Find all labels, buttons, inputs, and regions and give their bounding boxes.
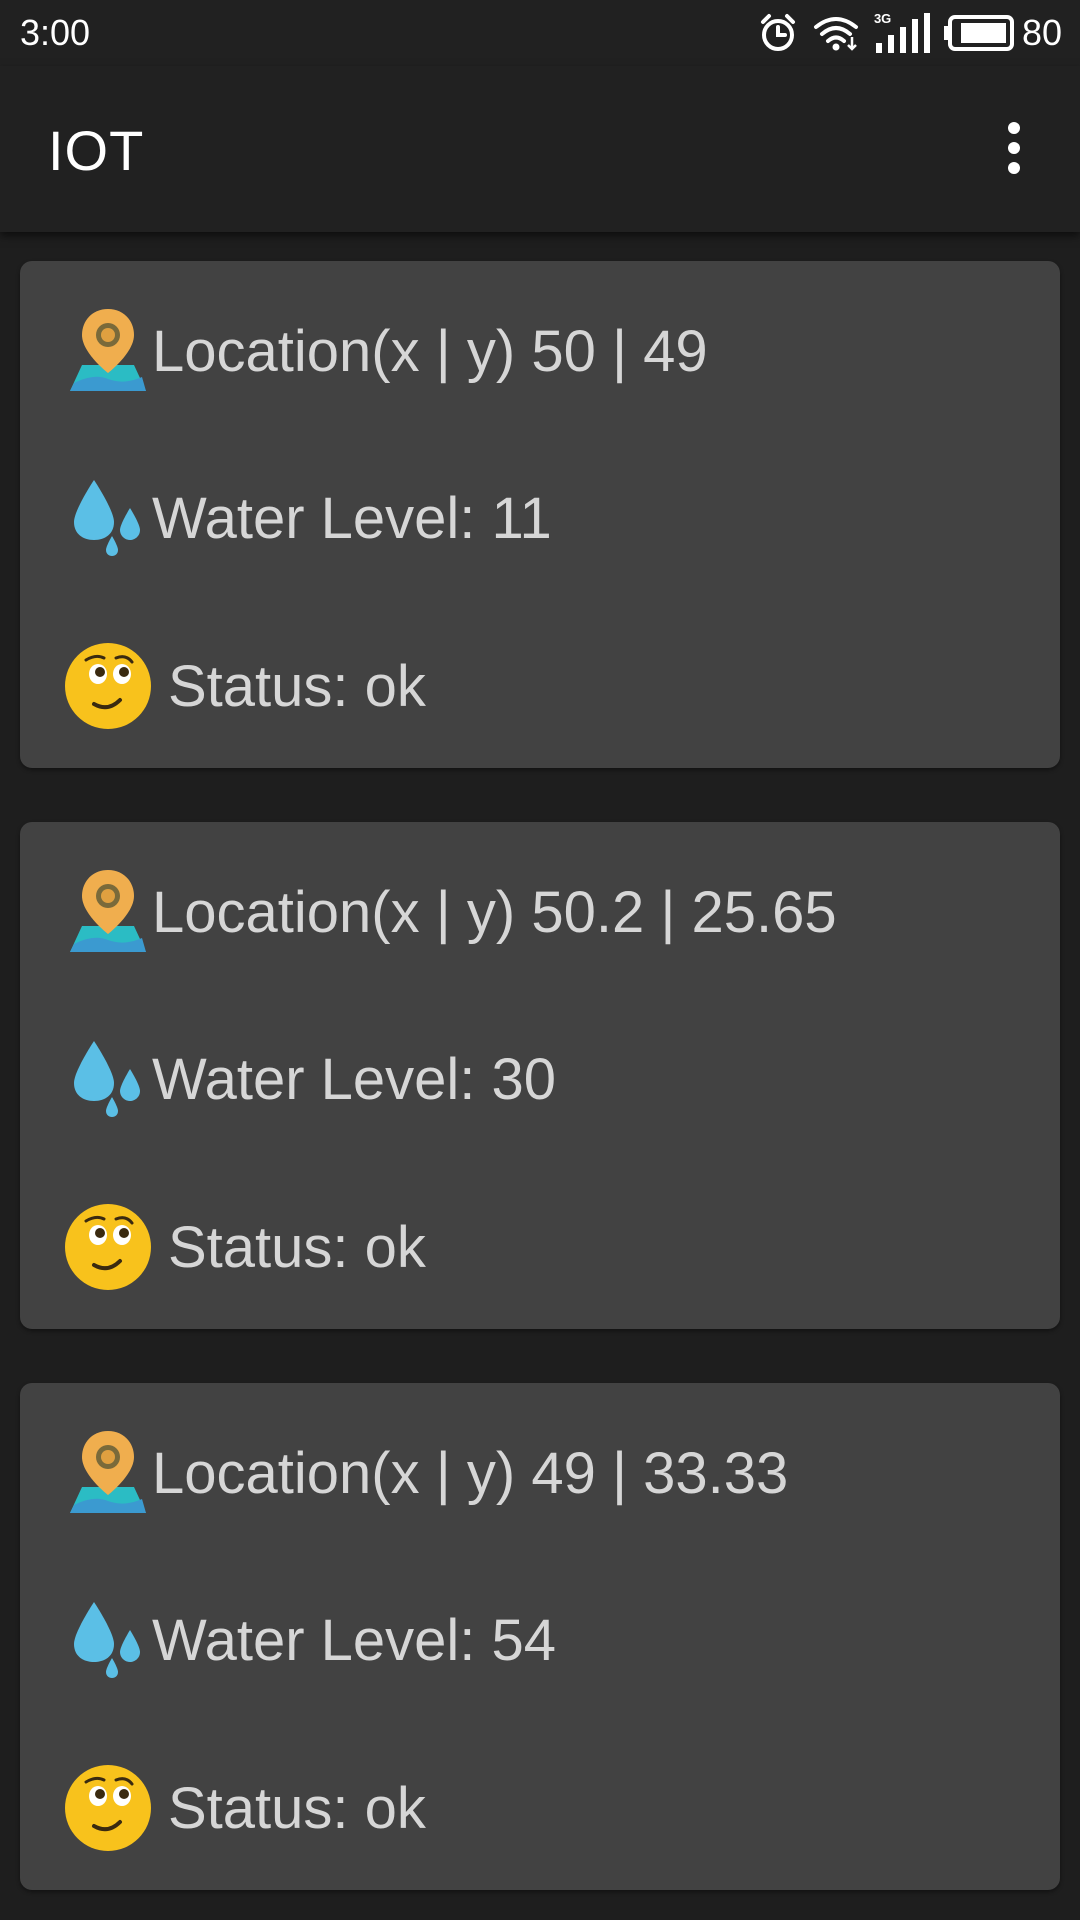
water-level-text: Water Level: 30 <box>152 1046 557 1112</box>
status-icons: 3G 80 <box>758 10 1062 56</box>
status-row: Status: ok <box>64 641 426 731</box>
sensor-card[interactable]: Location(x | y) 50 | 49 Water Level: 11 <box>20 261 1060 768</box>
status-row: Status: ok <box>64 1202 426 1292</box>
water-level-row: Water Level: 11 <box>64 473 552 563</box>
map-pin-icon <box>64 1429 152 1517</box>
water-level-text: Water Level: 11 <box>152 485 552 551</box>
status-text: Status: ok <box>168 1775 426 1841</box>
wifi-icon <box>813 17 858 51</box>
battery-icon <box>943 15 1014 51</box>
location-text: Location(x | y) 49 | 33.33 <box>152 1440 789 1506</box>
face-emoji-icon <box>64 1764 152 1852</box>
face-emoji-icon <box>64 642 152 730</box>
app-bar: IOT <box>0 66 1080 232</box>
status-text: Status: ok <box>168 653 426 719</box>
location-text: Location(x | y) 50 | 49 <box>152 318 708 384</box>
status-text: Status: ok <box>168 1214 426 1280</box>
map-pin-icon <box>64 307 152 395</box>
location-row: Location(x | y) 50.2 | 25.65 <box>64 867 837 957</box>
status-time: 3:00 <box>20 12 91 53</box>
alarm-icon <box>760 14 795 51</box>
phone-screen: 3:00 3G 80 IOT Location(x | y) 50 | 49 W… <box>0 0 1080 1920</box>
water-drops-icon <box>64 474 152 562</box>
location-row: Location(x | y) 49 | 33.33 <box>64 1428 788 1518</box>
sensor-card-list: Location(x | y) 50 | 49 Water Level: 11 <box>20 261 1060 1920</box>
water-level-row: Water Level: 30 <box>64 1034 556 1124</box>
water-drops-icon <box>64 1035 152 1123</box>
location-row: Location(x | y) 50 | 49 <box>64 306 708 396</box>
water-level-row: Water Level: 54 <box>64 1595 556 1685</box>
sensor-card[interactable]: Location(x | y) 50.2 | 25.65 Water Level… <box>20 822 1060 1329</box>
status-bar: 3:00 3G 80 <box>0 0 1080 66</box>
face-emoji-icon <box>64 1203 152 1291</box>
status-row: Status: ok <box>64 1763 426 1853</box>
water-drops-icon <box>64 1596 152 1684</box>
sensor-card[interactable]: Location(x | y) 49 | 33.33 Water Level: … <box>20 1383 1060 1890</box>
map-pin-icon <box>64 868 152 956</box>
battery-percent: 80 <box>1021 12 1062 53</box>
cellular-signal-icon: 3G <box>874 11 930 53</box>
location-text: Location(x | y) 50.2 | 25.65 <box>152 879 837 945</box>
water-level-text: Water Level: 54 <box>152 1607 557 1673</box>
app-title: IOT <box>48 119 145 182</box>
more-vert-icon[interactable] <box>978 112 1050 184</box>
